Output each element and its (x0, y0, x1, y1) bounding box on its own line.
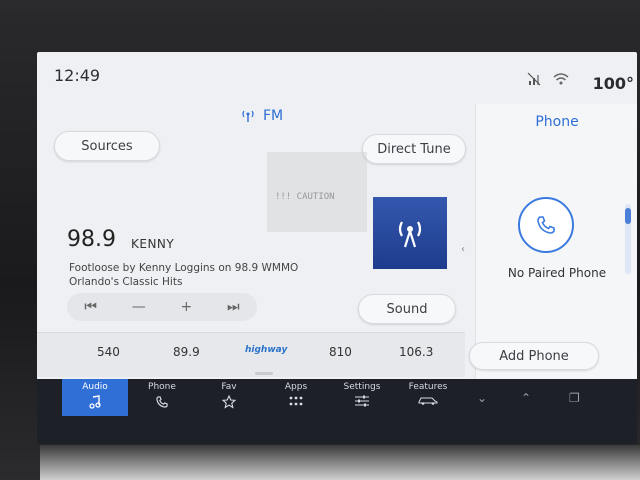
broadcast-icon (398, 221, 422, 248)
station-name: KENNY (131, 237, 175, 251)
preset-logo-highway[interactable]: highway (245, 345, 287, 355)
band-header: FM (241, 108, 283, 124)
device-trim (40, 445, 640, 480)
tab-apps[interactable]: Apps (263, 379, 329, 416)
preset-bar: 540 89.9 highway 810 106.3 (37, 332, 465, 377)
tab-features[interactable]: Features (395, 379, 461, 416)
preset-2[interactable]: 89.9 (173, 345, 200, 359)
tab-phone[interactable]: Phone (129, 379, 195, 416)
tuning-controls: ⏮ — + ⏭ (67, 293, 257, 321)
phone-icon (537, 216, 555, 234)
windows-overview-icon[interactable]: ❐ (569, 391, 580, 405)
chevron-up-icon[interactable]: ⌃ (521, 391, 531, 405)
phone-connect-button[interactable] (518, 197, 574, 253)
phone-status: No Paired Phone (507, 266, 607, 280)
bottom-navigation: Audio Phone Fav Apps Settings Features ⌄… (37, 379, 637, 444)
status-bar: 12:49 100° (37, 52, 637, 97)
preset-page-indicator (255, 372, 273, 375)
seek-forward-icon[interactable]: ⏭ (227, 299, 240, 315)
tab-audio-label: Audio (82, 382, 108, 392)
caution-sticker-overlay: !!! CAUTION (267, 152, 367, 232)
preset-1[interactable]: 540 (97, 345, 120, 359)
tab-settings[interactable]: Settings (329, 379, 395, 416)
sliders-icon (355, 395, 369, 407)
status-icons (527, 72, 569, 86)
direct-tune-button[interactable]: Direct Tune (362, 134, 466, 164)
scrollbar[interactable] (625, 204, 631, 274)
radio-antenna-icon (242, 110, 254, 122)
preset-4[interactable]: 106.3 (399, 345, 433, 359)
clock: 12:49 (54, 66, 101, 85)
infotainment-screen: 12:49 100° FM Sources Direct Tune !!! CA… (37, 52, 637, 444)
radio-text: Footloose by Kenny Loggins on 98.9 WMMO … (69, 262, 299, 288)
tab-fav[interactable]: Fav (196, 379, 262, 416)
add-phone-button[interactable]: Add Phone (469, 342, 599, 370)
tab-fav-label: Fav (221, 382, 237, 392)
phone-panel-title: Phone (535, 114, 579, 130)
chevron-left-icon[interactable]: ‹ (461, 244, 465, 255)
sound-button[interactable]: Sound (358, 294, 456, 324)
phone-panel: Phone No Paired Phone (475, 104, 637, 382)
chevron-down-icon[interactable]: ⌄ (477, 391, 487, 405)
car-icon (418, 397, 438, 405)
outside-temperature: 100° (592, 74, 634, 93)
tab-phone-label: Phone (148, 382, 176, 392)
current-frequency: 98.9 (67, 227, 116, 252)
tune-down-icon[interactable]: — (132, 299, 146, 315)
phone-icon (156, 396, 168, 408)
band-label: FM (263, 108, 284, 124)
sources-button[interactable]: Sources (54, 131, 160, 161)
caution-text: !!! CAUTION (275, 192, 335, 202)
preset-3[interactable]: 810 (329, 345, 352, 359)
tab-settings-label: Settings (343, 382, 381, 392)
star-icon (222, 395, 236, 409)
main-content: 12:49 100° FM Sources Direct Tune !!! CA… (37, 52, 637, 382)
tab-audio[interactable]: Audio (62, 379, 128, 416)
wifi-icon (553, 73, 569, 85)
scrollbar-thumb[interactable] (625, 208, 631, 224)
station-artwork (373, 197, 447, 269)
apps-grid-icon (289, 396, 303, 406)
tab-features-label: Features (408, 382, 448, 392)
tab-apps-label: Apps (284, 382, 308, 392)
tune-up-icon[interactable]: + (180, 299, 192, 315)
no-signal-icon (527, 72, 541, 86)
music-note-icon (89, 395, 101, 409)
seek-back-icon[interactable]: ⏮ (84, 299, 97, 315)
